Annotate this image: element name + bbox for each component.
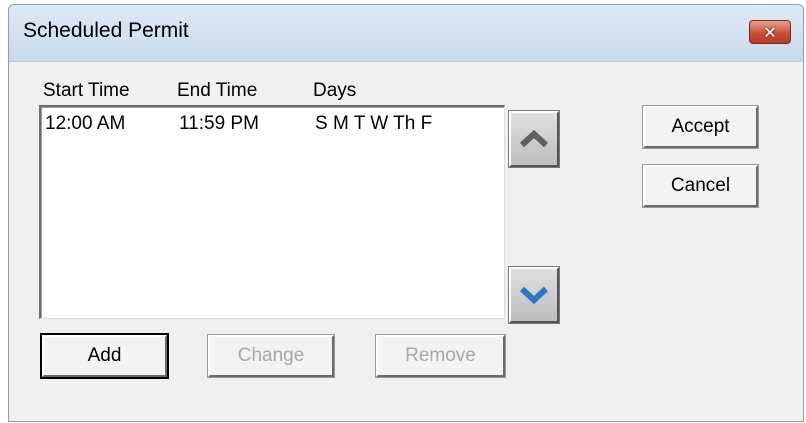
remove-button[interactable]: Remove	[375, 334, 506, 378]
chevron-down-icon	[519, 286, 549, 305]
row-days: S M T W Th F	[315, 113, 433, 134]
dialog-title: Scheduled Permit	[23, 19, 189, 42]
close-button[interactable]: ✕	[749, 20, 791, 44]
column-header-start-time: Start Time	[43, 80, 130, 101]
column-header-end-time: End Time	[177, 80, 258, 101]
row-start-time: 12:00 AM	[45, 113, 126, 134]
chevron-up-icon	[519, 129, 549, 148]
add-button[interactable]: Add	[40, 333, 169, 379]
schedule-listbox[interactable]: 12:00 AM 11:59 PM S M T W Th F	[39, 105, 505, 319]
scheduled-permit-dialog: Scheduled Permit ✕ Start Time End Time D…	[8, 4, 804, 422]
accept-button[interactable]: Accept	[642, 105, 759, 149]
list-item[interactable]: 12:00 AM 11:59 PM S M T W Th F	[41, 111, 504, 137]
change-button[interactable]: Change	[207, 334, 335, 378]
column-header-days: Days	[313, 80, 357, 101]
move-up-button[interactable]	[508, 110, 560, 168]
move-down-button[interactable]	[508, 266, 560, 324]
title-bar: Scheduled Permit ✕	[9, 5, 803, 62]
close-icon: ✕	[763, 22, 777, 42]
cancel-button[interactable]: Cancel	[642, 164, 759, 208]
row-end-time: 11:59 PM	[179, 113, 259, 134]
